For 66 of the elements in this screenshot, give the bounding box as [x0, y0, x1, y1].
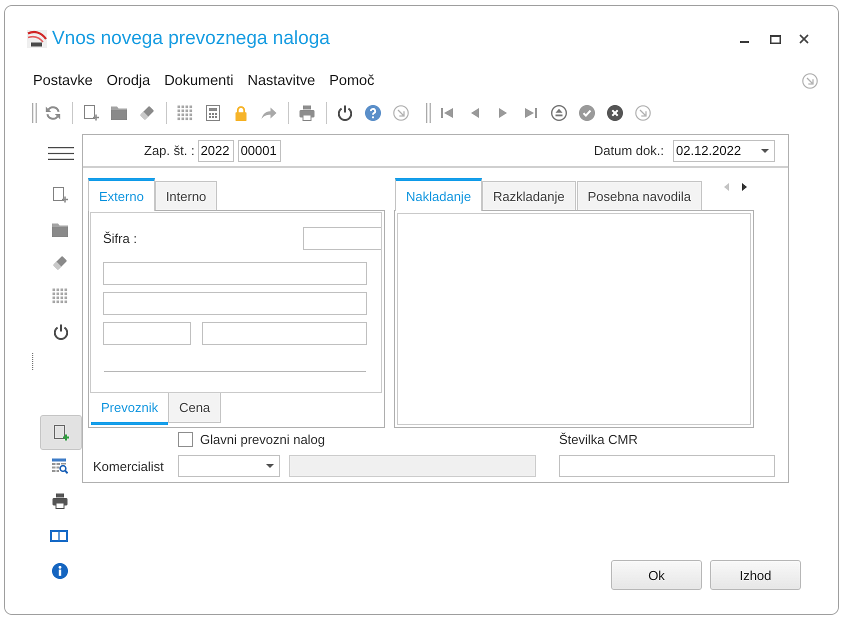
check-circle-icon[interactable]	[579, 105, 595, 121]
dotted-grid-icon[interactable]	[177, 105, 193, 121]
year-field[interactable]: 2022	[198, 140, 234, 162]
next-icon[interactable]	[499, 108, 507, 118]
field-label: Zap. št. :	[144, 143, 195, 158]
power-icon[interactable]	[338, 105, 352, 121]
columns-icon[interactable]	[50, 530, 68, 542]
text-field[interactable]	[559, 455, 775, 477]
date-field[interactable]: 02.12.2022	[673, 140, 775, 162]
power-icon[interactable]	[54, 324, 68, 340]
scroll-left-icon[interactable]	[724, 183, 729, 191]
new-document-icon[interactable]	[83, 105, 99, 121]
menu-item[interactable]: Dokumenti	[164, 73, 234, 89]
dropdown-field[interactable]	[178, 455, 280, 477]
close-circle-icon[interactable]	[607, 105, 623, 121]
last-icon[interactable]	[525, 108, 537, 118]
forward-arrow-icon[interactable]	[261, 107, 277, 119]
field-label: Številka CMR	[559, 432, 639, 446]
field-label: Datum dok.:	[594, 143, 664, 158]
scroll-right-icon[interactable]	[742, 183, 747, 191]
field-label: Šifra :	[103, 231, 137, 246]
toolbar-grip-icon[interactable]	[32, 103, 36, 123]
tab[interactable]: Interno	[154, 181, 218, 210]
checkbox-label: Glavni prevozni nalog	[200, 432, 326, 446]
tab[interactable]: Cena	[168, 393, 222, 423]
window-title: Vnos novega prevoznega naloga	[52, 28, 330, 50]
tab[interactable]: Posebna navodila	[576, 181, 702, 210]
dotted-grid-icon[interactable]	[52, 288, 68, 304]
calculator-icon[interactable]	[206, 105, 220, 121]
table-search-icon[interactable]	[52, 458, 68, 474]
app-logo-icon	[27, 30, 47, 48]
padlock-icon[interactable]	[235, 105, 247, 121]
field-label: Komercialist	[92, 458, 165, 474]
menu-item[interactable]: Nastavitve	[248, 73, 316, 89]
dialog-button[interactable]: Ok	[611, 560, 702, 590]
printer-icon[interactable]	[299, 105, 315, 121]
code-field[interactable]	[303, 227, 381, 250]
text-field[interactable]	[103, 292, 367, 315]
caret-icon	[761, 148, 769, 152]
dialog-button[interactable]: Izhod	[710, 560, 801, 590]
info-icon[interactable]	[52, 563, 68, 579]
new-document-icon	[53, 424, 69, 440]
help-icon[interactable]	[365, 105, 381, 121]
menu-item[interactable]: Orodja	[106, 73, 150, 89]
folder-icon[interactable]	[111, 106, 127, 120]
refresh-icon[interactable]	[45, 105, 61, 121]
number-field[interactable]: 00001	[238, 140, 281, 162]
maximize-icon[interactable]	[770, 34, 781, 44]
menu-item[interactable]: Pomoč	[329, 73, 374, 89]
menu-icon[interactable]	[48, 147, 74, 160]
toolbar-grip-icon[interactable]	[426, 103, 430, 123]
first-icon[interactable]	[441, 108, 453, 118]
tab[interactable]: Razkladanje	[482, 181, 576, 210]
new-document-button[interactable]	[40, 415, 82, 450]
previous-icon[interactable]	[471, 108, 479, 118]
new-document-icon[interactable]	[52, 187, 68, 203]
text-field[interactable]	[103, 322, 191, 345]
text-field[interactable]	[103, 262, 367, 285]
folder-icon[interactable]	[52, 223, 68, 237]
printer-icon[interactable]	[52, 493, 68, 509]
caret-icon	[266, 464, 274, 468]
text-field[interactable]	[202, 322, 367, 345]
checkbox[interactable]	[178, 432, 193, 446]
close-icon[interactable]	[799, 34, 809, 44]
eject-icon[interactable]	[551, 105, 567, 121]
menu-item[interactable]: Postavke	[33, 73, 93, 89]
